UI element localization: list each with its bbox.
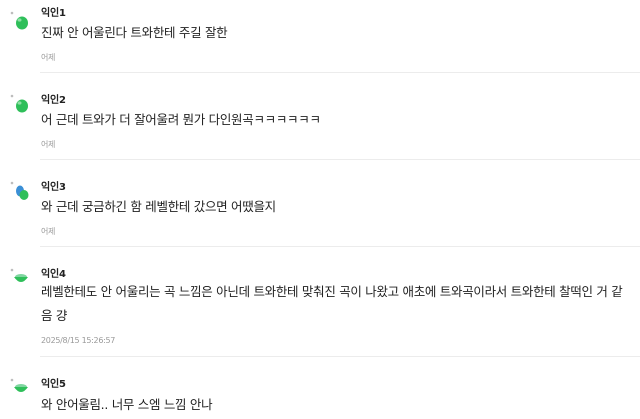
green-dish-icon[interactable] bbox=[8, 375, 34, 401]
comment-text: 진짜 안 어울린다 트와한테 주길 잘한 bbox=[41, 25, 228, 40]
comment-divider bbox=[40, 246, 640, 247]
comment-divider bbox=[40, 356, 640, 357]
comment-nickname[interactable]: 익인2 bbox=[41, 91, 66, 106]
comment-text: 어 근데 트와가 더 잘어울려 뭔가 다인원곡ㅋㅋㅋㅋㅋㅋ bbox=[41, 112, 321, 127]
comment-text: 레벨한테도 안 어울리는 곡 느낌은 아닌데 트와한테 맞춰진 곡이 나왔고 애… bbox=[41, 284, 623, 323]
comment-nickname[interactable]: 익인4 bbox=[41, 265, 66, 280]
comment-date: 어제 bbox=[41, 227, 56, 236]
comment-text: 와 안어울림.. 너무 스엠 느낌 안나 bbox=[41, 397, 213, 412]
green-blob-icon[interactable] bbox=[8, 8, 34, 34]
comment-divider bbox=[40, 72, 640, 73]
comment-nickname[interactable]: 익인1 bbox=[41, 4, 66, 19]
green-dish-icon[interactable] bbox=[8, 265, 34, 291]
blue-green-blob-icon[interactable] bbox=[8, 178, 34, 204]
comment-nickname[interactable]: 익인3 bbox=[41, 178, 66, 193]
comment-nickname[interactable]: 익인5 bbox=[41, 375, 66, 390]
comment-text: 와 근데 궁금하긴 함 레벨한테 갔으면 어땠을지 bbox=[41, 199, 276, 214]
green-blob-icon[interactable] bbox=[8, 91, 34, 117]
comment-date: 어제 bbox=[41, 140, 56, 149]
comment-date: 어제 bbox=[41, 53, 56, 62]
comment-divider bbox=[40, 159, 640, 160]
comment-date: 2025/8/15 15:26:57 bbox=[41, 336, 116, 345]
